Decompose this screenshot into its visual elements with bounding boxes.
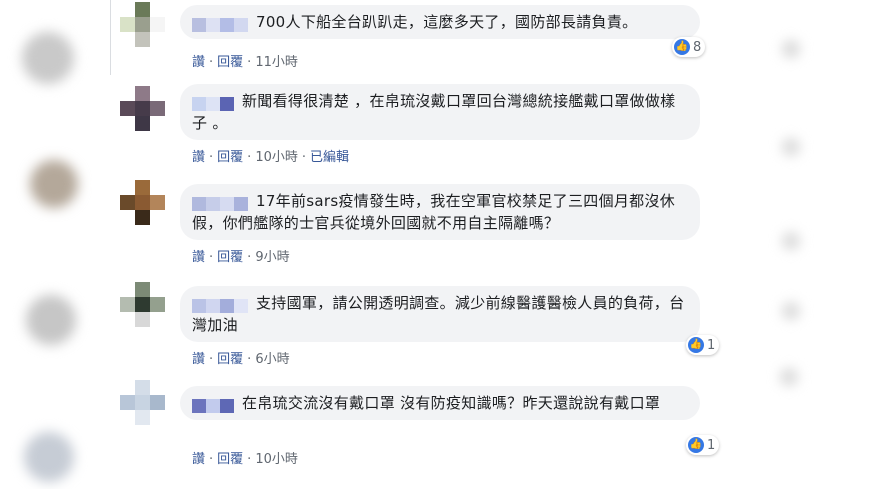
blurred-dot-right-3 — [782, 232, 800, 250]
blurred-dot-right-5 — [780, 368, 798, 386]
blurred-avatar-left-3 — [26, 295, 76, 345]
commenter-name-pixelated[interactable] — [192, 195, 248, 211]
blurred-avatar-left-4 — [24, 432, 74, 482]
comment-bubble: 在帛琉交流沒有戴口罩 沒有防疫知識嗎？昨天還說說有戴口罩 — [180, 386, 700, 420]
like-count: 1 — [707, 337, 716, 353]
comment-actions: 讚 · 回覆 · 11小時 — [192, 55, 298, 70]
thread-line — [110, 0, 111, 75]
comment-bubble: 17年前sars疫情發生時，我在空軍官校禁足了三四個月都沒休假，你們艦隊的士官兵… — [180, 184, 700, 240]
commenter-name-pixelated[interactable] — [192, 16, 248, 32]
pixelated-avatar-icon — [120, 282, 165, 327]
blurred-avatar-left-2 — [30, 160, 78, 208]
comment-text: 在帛琉交流沒有戴口罩 沒有防疫知識嗎？昨天還說說有戴口罩 — [242, 394, 661, 412]
pixelated-avatar-icon — [120, 86, 165, 131]
comment-text: 支持國軍，請公開透明調查。減少前線醫護醫檢人員的負荷，台灣加油 — [192, 294, 685, 334]
comment-actions: 讚 · 回覆 · 9小時 — [192, 250, 290, 265]
blurred-dot-right-1 — [782, 40, 800, 58]
commenter-name-pixelated[interactable] — [192, 95, 234, 111]
avatar[interactable] — [120, 282, 165, 327]
comment-bubble: 新聞看得很清楚 ，在帛琉沒戴口罩回台灣總統接艦戴口罩做做樣子 。 — [180, 84, 700, 140]
comment-text: 17年前sars疫情發生時，我在空軍官校禁足了三四個月都沒休假，你們艦隊的士官兵… — [192, 192, 676, 232]
reply-link[interactable]: 回覆 — [217, 452, 243, 467]
blurred-avatar-left-1 — [22, 32, 74, 84]
comment-actions: 讚 · 回覆 · 10小時 — [192, 452, 298, 467]
reaction-count[interactable]: 👍 1 — [686, 435, 720, 455]
like-count: 8 — [693, 39, 702, 55]
timestamp[interactable]: 11小時 — [255, 55, 298, 70]
avatar[interactable] — [120, 86, 165, 131]
timestamp[interactable]: 6小時 — [255, 352, 289, 367]
commenter-name-pixelated[interactable] — [192, 397, 234, 413]
pixelated-avatar-icon — [120, 380, 165, 425]
timestamp[interactable]: 10小時 — [255, 150, 298, 165]
reaction-count[interactable]: 👍 1 — [686, 335, 720, 355]
comment-text: 700人下船全台趴趴走，這麼多天了，國防部長請負責。 — [256, 13, 638, 31]
comment-bubble: 支持國軍，請公開透明調查。減少前線醫護醫檢人員的負荷，台灣加油 — [180, 286, 700, 342]
reply-link[interactable]: 回覆 — [217, 250, 243, 265]
edited-link[interactable]: 已編輯 — [310, 150, 349, 165]
avatar[interactable] — [120, 380, 165, 425]
timestamp[interactable]: 10小時 — [255, 452, 298, 467]
like-count: 1 — [707, 437, 716, 453]
blurred-dot-right-2 — [782, 138, 800, 156]
comment-actions: 讚 · 回覆 · 10小時 · 已編輯 — [192, 150, 350, 165]
reply-link[interactable]: 回覆 — [217, 352, 243, 367]
comment-actions: 讚 · 回覆 · 6小時 — [192, 352, 290, 367]
like-link[interactable]: 讚 — [192, 452, 205, 467]
blurred-dot-right-4 — [782, 302, 800, 320]
reply-link[interactable]: 回覆 — [217, 150, 243, 165]
thumbs-up-icon: 👍 — [674, 39, 690, 55]
like-link[interactable]: 讚 — [192, 150, 205, 165]
avatar[interactable] — [120, 2, 165, 47]
like-link[interactable]: 讚 — [192, 55, 205, 70]
thumbs-up-icon: 👍 — [688, 437, 704, 453]
commenter-name-pixelated[interactable] — [192, 297, 248, 313]
like-link[interactable]: 讚 — [192, 250, 205, 265]
comment-text: 新聞看得很清楚 ，在帛琉沒戴口罩回台灣總統接艦戴口罩做做樣子 。 — [192, 92, 676, 132]
comment-bubble: 700人下船全台趴趴走，這麼多天了，國防部長請負責。 — [180, 5, 700, 39]
timestamp[interactable]: 9小時 — [255, 250, 289, 265]
like-link[interactable]: 讚 — [192, 352, 205, 367]
reaction-count[interactable]: 👍 8 — [672, 37, 706, 57]
pixelated-avatar-icon — [120, 2, 165, 47]
thumbs-up-icon: 👍 — [688, 337, 704, 353]
avatar[interactable] — [120, 180, 165, 225]
pixelated-avatar-icon — [120, 180, 165, 225]
reply-link[interactable]: 回覆 — [217, 55, 243, 70]
